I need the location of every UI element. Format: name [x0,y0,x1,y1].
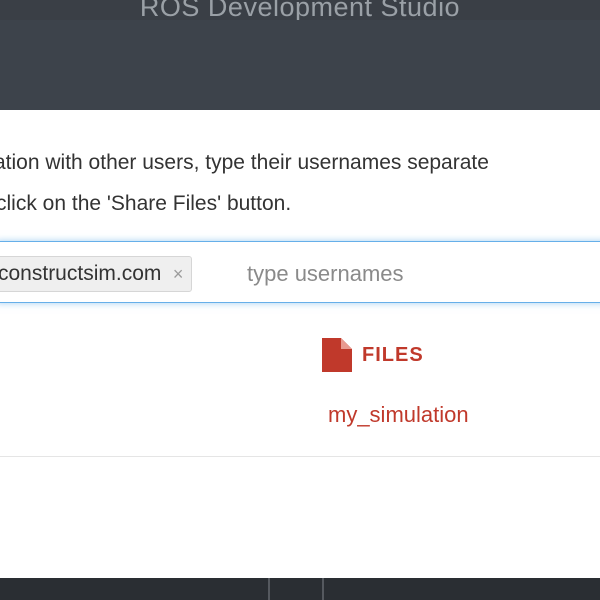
file-icon [322,338,352,372]
username-tag: constructsim.com × [0,256,193,292]
modal-header [0,20,600,110]
username-tag-label: constructsim.com [0,262,162,285]
background-panel-strip [0,578,600,600]
remove-tag-icon[interactable]: × [173,257,184,291]
panel-divider [268,578,270,600]
panel-divider [322,578,324,600]
usernames-tag-input[interactable]: constructsim.com × [0,241,600,303]
share-dialog-body: ation with other users, type their usern… [0,110,600,578]
instructions-line-2: click on the 'Share Files' button. [0,192,292,215]
share-instructions: ation with other users, type their usern… [0,142,600,224]
divider [0,456,600,457]
usernames-input[interactable] [247,256,600,292]
instructions-line-1: ation with other users, type their usern… [0,151,489,174]
file-item-my-simulation[interactable]: my_simulation [328,402,469,428]
files-label: FILES [362,343,424,366]
files-section-header: FILES [322,338,424,372]
